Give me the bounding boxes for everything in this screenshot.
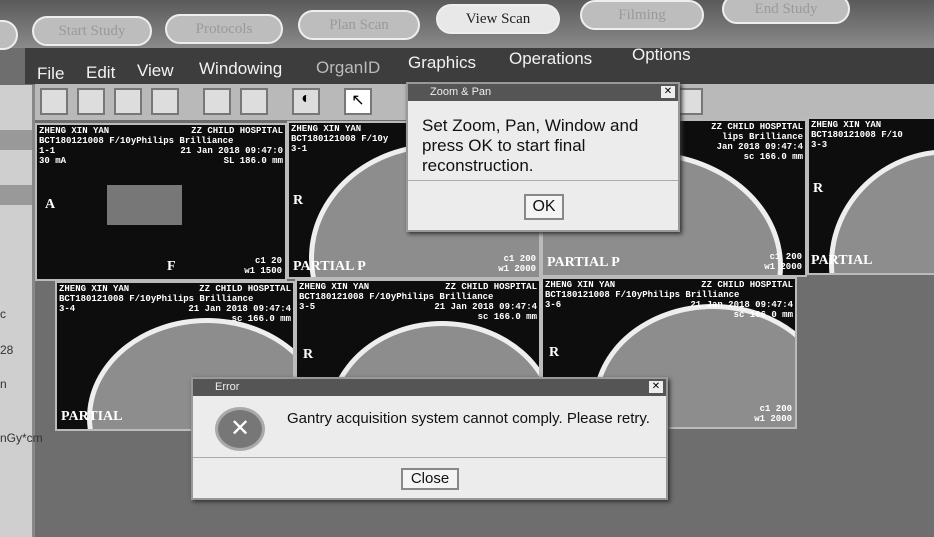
- layout-custom-icon[interactable]: [151, 88, 179, 115]
- left-panel-text: 28: [0, 343, 14, 357]
- dialog-message: Set Zoom, Pan, Window and press OK to st…: [422, 116, 639, 175]
- zoom-pan-dialog: Zoom & Pan ✕ Set Zoom, Pan, Window and pr…: [406, 82, 680, 232]
- error-message: Gantry acquisition system cannot comply.…: [287, 410, 650, 427]
- left-panel: c 28 n nGy*cm: [0, 85, 43, 537]
- menu-graphics[interactable]: Graphics: [408, 53, 476, 73]
- viewport-3-3[interactable]: ZHENG XIN YAN BCT180121008 F/10 3-3 R PART…: [807, 117, 934, 275]
- pointer-icon[interactable]: ↖: [344, 88, 372, 115]
- plan-scan-button[interactable]: Plan Scan: [298, 10, 420, 40]
- menu-view[interactable]: View: [137, 61, 174, 81]
- dialog-title: Error: [215, 381, 240, 393]
- workflow-button-prev[interactable]: [0, 20, 18, 50]
- error-icon: ✕: [215, 407, 265, 451]
- start-study-button[interactable]: Start Study: [32, 16, 152, 46]
- layout-1x1-icon[interactable]: [40, 88, 68, 115]
- filming-button[interactable]: Filming: [580, 0, 704, 30]
- left-panel-text: nGy*cm: [0, 431, 43, 445]
- close-icon[interactable]: ✕: [649, 381, 663, 393]
- left-panel-text: n: [0, 377, 7, 391]
- ok-button[interactable]: OK: [524, 194, 564, 220]
- close-button[interactable]: Close: [401, 468, 459, 490]
- layout-split2-icon[interactable]: [240, 88, 268, 115]
- menu-windowing[interactable]: Windowing: [199, 59, 282, 79]
- viewport-1-1[interactable]: ZHENG XIN YAN ZZ CHILD HOSPITAL BCT180121…: [35, 123, 287, 281]
- menu-bar: File Edit View Windowing OrganID Graphic…: [25, 45, 934, 84]
- end-study-button[interactable]: End Study: [722, 0, 850, 24]
- menu-file[interactable]: File: [37, 64, 64, 84]
- view-scan-button[interactable]: View Scan: [436, 4, 560, 34]
- layout-4x4-icon[interactable]: [114, 88, 142, 115]
- menu-organid[interactable]: OrganID: [316, 58, 380, 78]
- dialog-title: Zoom & Pan: [430, 86, 492, 98]
- error-dialog: Error ✕ ✕ Gantry acquisition system canno…: [191, 377, 668, 500]
- left-panel-text: c: [0, 307, 6, 321]
- close-icon[interactable]: ✕: [661, 86, 675, 98]
- menu-operations[interactable]: Operations: [509, 49, 592, 69]
- layout-2x2-icon[interactable]: [77, 88, 105, 115]
- scout-image: [107, 185, 182, 225]
- menu-edit[interactable]: Edit: [86, 63, 115, 83]
- invert-icon[interactable]: ◐: [292, 88, 320, 115]
- layout-split-icon[interactable]: [203, 88, 231, 115]
- menu-options[interactable]: Options: [632, 45, 691, 65]
- protocols-button[interactable]: Protocols: [165, 14, 283, 44]
- workflow-bar: Start Study Protocols Plan Scan View Sca…: [0, 0, 934, 50]
